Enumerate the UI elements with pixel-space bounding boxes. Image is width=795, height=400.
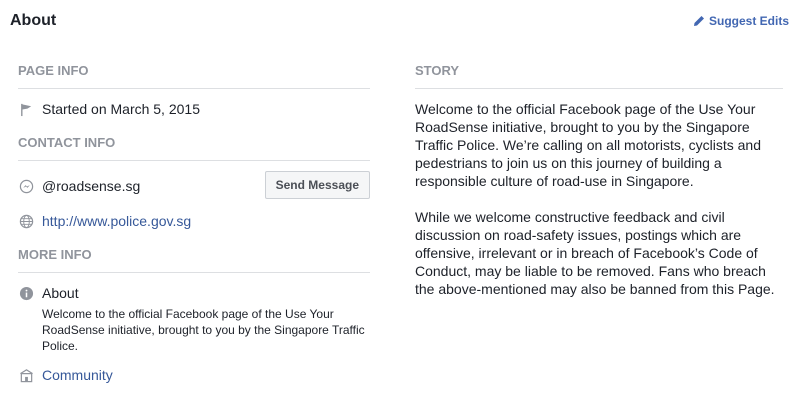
building-icon xyxy=(18,367,34,383)
globe-icon xyxy=(18,213,34,229)
send-message-button[interactable]: Send Message xyxy=(264,171,370,199)
page-title: About xyxy=(10,12,57,29)
more-info-heading: MORE INFO xyxy=(18,247,370,273)
about-description: Welcome to the official Facebook page of… xyxy=(42,307,365,353)
flag-icon xyxy=(18,101,34,117)
messenger-handle: @roadsense.sg xyxy=(42,178,141,194)
started-date: Started on March 5, 2015 xyxy=(42,101,200,117)
website-row: http://www.police.gov.sg xyxy=(18,213,370,229)
website-link[interactable]: http://www.police.gov.sg xyxy=(42,213,191,229)
started-row: Started on March 5, 2015 xyxy=(18,101,370,117)
messenger-icon xyxy=(18,178,34,194)
contact-info-heading: CONTACT INFO xyxy=(18,135,370,161)
pencil-icon xyxy=(693,16,704,26)
info-icon xyxy=(18,285,34,301)
page-info-heading: PAGE INFO xyxy=(18,63,370,89)
category-row: Community xyxy=(18,367,370,383)
about-label: About xyxy=(42,285,79,301)
story-paragraph-1: Welcome to the official Facebook page of… xyxy=(415,101,761,189)
about-row: About xyxy=(18,285,370,301)
suggest-edits-button[interactable]: Suggest Edits xyxy=(693,14,789,28)
story-text: Welcome to the official Facebook page of… xyxy=(415,100,783,316)
messenger-row: @roadsense.sg Send Message xyxy=(18,171,370,199)
story-paragraph-2: While we welcome constructive feedback a… xyxy=(415,209,775,297)
category-link[interactable]: Community xyxy=(42,367,113,383)
story-heading: STORY xyxy=(415,63,783,89)
suggest-edits-label: Suggest Edits xyxy=(708,14,789,28)
